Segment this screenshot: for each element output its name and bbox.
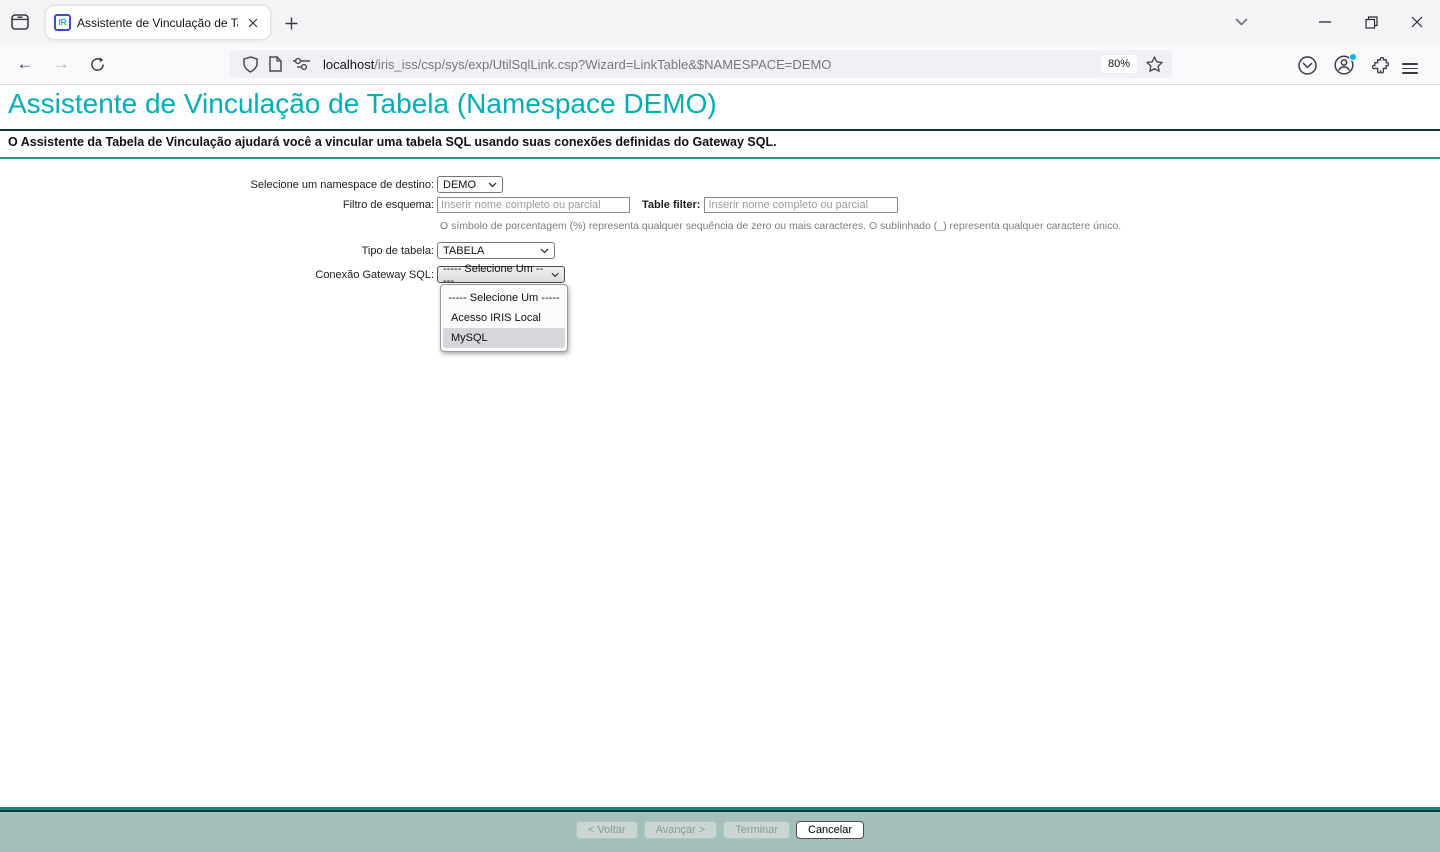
dropdown-option[interactable]: ----- Selecione Um -----	[443, 288, 565, 308]
forward-button[interactable]: →	[46, 50, 76, 78]
gateway-connection-label: Conexão Gateway SQL:	[0, 269, 437, 281]
table-type-select[interactable]: TABELA	[437, 242, 555, 259]
table-type-label: Tipo de tabela:	[0, 245, 437, 257]
tab-title: Assistente de Vinculação de Tab	[77, 16, 238, 30]
firefox-view-icon	[11, 14, 29, 30]
page-subtitle: O Assistente da Tabela de Vinculação aju…	[8, 135, 777, 149]
footer-bar: < Voltar Avançar > Terminar Cancelar	[0, 812, 1440, 852]
list-all-tabs-button[interactable]	[1225, 6, 1257, 38]
chevron-down-icon	[540, 248, 549, 254]
nav-bar: ← → localhost/iris_i	[0, 44, 1440, 85]
new-tab-button[interactable]	[278, 10, 304, 36]
dropdown-option-highlighted[interactable]: MySQL	[443, 328, 565, 348]
permissions-icon[interactable]	[293, 58, 310, 70]
account-button[interactable]	[1330, 51, 1358, 79]
namespace-select[interactable]: DEMO	[437, 176, 503, 193]
schema-filter-input[interactable]	[437, 197, 630, 213]
back-button[interactable]: ←	[10, 50, 40, 78]
iris-favicon-icon: IR	[54, 14, 71, 31]
chevron-down-icon	[1235, 18, 1248, 26]
menu-button[interactable]	[1402, 51, 1430, 79]
minimize-button[interactable]	[1309, 6, 1341, 38]
divider-dark	[0, 129, 1440, 131]
plus-icon	[285, 17, 298, 30]
tracking-protection-shield-icon[interactable]	[243, 56, 258, 73]
browser-window: IR Assistente de Vinculação de Tab	[0, 0, 1440, 852]
wildcard-helper-text: O símbolo de porcentagem (%) representa …	[440, 220, 1121, 232]
tab-close-icon[interactable]	[244, 14, 262, 32]
divider-teal	[0, 157, 1440, 159]
url-bar[interactable]: localhost/iris_iss/csp/sys/exp/UtilSqlLi…	[230, 50, 1172, 78]
page-title: Assistente de Vinculação de Tabela (Name…	[8, 88, 717, 120]
wizard-next-button[interactable]: Avançar >	[644, 821, 718, 839]
site-info-page-icon[interactable]	[269, 56, 282, 72]
chevron-down-icon	[551, 272, 559, 278]
close-icon	[1411, 16, 1423, 28]
table-filter-label: Table filter:	[642, 199, 700, 211]
restore-button[interactable]	[1355, 6, 1387, 38]
wizard-page: Assistente de Vinculação de Tabela (Name…	[0, 85, 1440, 807]
reload-icon	[90, 57, 105, 72]
dropdown-option[interactable]: Acesso IRIS Local	[443, 308, 565, 328]
namespace-label: Selecione um namespace de destino:	[0, 179, 437, 191]
browser-tab[interactable]: IR Assistente de Vinculação de Tab	[46, 6, 270, 39]
bookmark-star-icon[interactable]	[1146, 56, 1163, 72]
namespace-select-value: DEMO	[443, 179, 476, 191]
extensions-button[interactable]	[1367, 51, 1395, 79]
url-text[interactable]: localhost/iris_iss/csp/sys/exp/UtilSqlLi…	[323, 57, 1101, 72]
schema-filter-label: Filtro de esquema:	[0, 199, 437, 211]
firefox-view-button[interactable]	[8, 11, 32, 33]
gateway-select-value: ----- Selecione Um -----	[443, 263, 545, 287]
chevron-down-icon	[488, 182, 497, 188]
url-host: localhost	[323, 57, 374, 72]
url-path: /iris_iss/csp/sys/exp/UtilSqlLink.csp?Wi…	[374, 57, 831, 72]
puzzle-piece-icon	[1372, 56, 1390, 74]
pocket-icon	[1298, 56, 1317, 75]
zoom-level-badge[interactable]: 80%	[1101, 55, 1137, 73]
restore-window-icon	[1365, 16, 1378, 29]
tab-bar: IR Assistente de Vinculação de Tab	[0, 0, 1440, 44]
reload-button[interactable]	[82, 50, 112, 78]
wizard-footer: < Voltar Avançar > Terminar Cancelar	[0, 807, 1440, 852]
gateway-dropdown-list: ----- Selecione Um ----- Acesso IRIS Loc…	[440, 284, 568, 352]
table-filter-input[interactable]	[704, 197, 898, 213]
wizard-back-button[interactable]: < Voltar	[576, 821, 638, 839]
wizard-cancel-button[interactable]: Cancelar	[796, 821, 864, 839]
minimize-icon	[1319, 21, 1331, 23]
wizard-finish-button[interactable]: Terminar	[723, 821, 790, 839]
table-type-select-value: TABELA	[443, 245, 484, 257]
notification-dot	[1349, 53, 1357, 61]
close-window-button[interactable]	[1401, 6, 1433, 38]
gateway-connection-select[interactable]: ----- Selecione Um -----	[437, 266, 565, 283]
hamburger-icon	[1402, 63, 1418, 65]
pocket-button[interactable]	[1293, 51, 1321, 79]
